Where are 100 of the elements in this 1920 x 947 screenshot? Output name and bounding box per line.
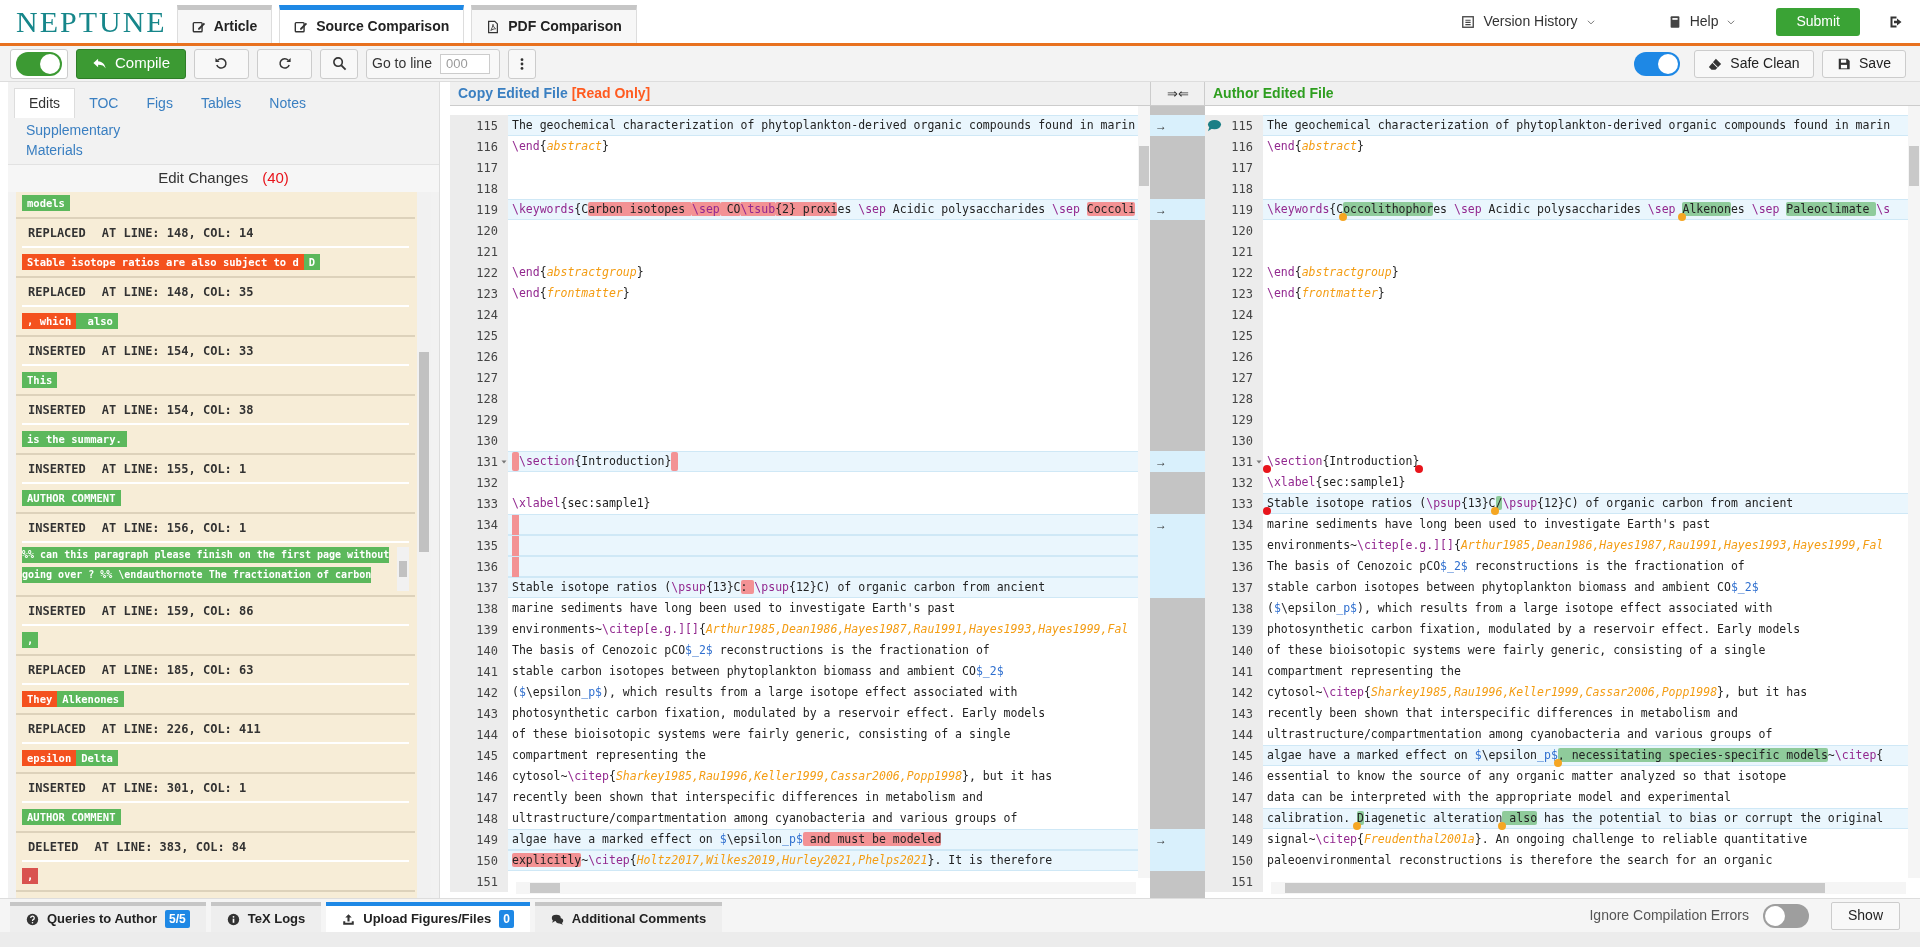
code-line: ultrastructure/compartmentation among cyanobacteria and various groups of xyxy=(1267,726,1773,743)
comment-icon[interactable] xyxy=(1207,118,1222,133)
line-number: 120 xyxy=(476,222,498,240)
tab[interactable]: Queries to Author 5/5 xyxy=(10,902,206,932)
change-chip: Delta xyxy=(76,750,118,766)
code-line: \end{abstractgroup} xyxy=(1267,264,1399,281)
menu-button[interactable]: Version History xyxy=(1461,11,1596,32)
diff-band xyxy=(1150,577,1205,598)
toggle-switch[interactable] xyxy=(1762,903,1809,928)
code-line: of these bioisotopic systems were fairly generic, consisting of a single xyxy=(512,726,1011,743)
line-number: 145 xyxy=(1231,747,1253,765)
scrollbar[interactable] xyxy=(1271,882,1906,894)
safe-clean-button[interactable]: Safe Clean xyxy=(1694,49,1814,78)
tab[interactable]: Additional Comments xyxy=(534,902,723,932)
code-line: photosynthetic carbon fixation, modulated by a reservoir effect. Early models xyxy=(512,705,1046,722)
scrollbar[interactable] xyxy=(1908,106,1920,878)
line-number: 128 xyxy=(476,390,498,408)
code-line: Stable isotope ratios (\psup{13}C: \psup{12}C) of organic carbon from ancient xyxy=(512,579,1046,596)
line-number: 142 xyxy=(476,684,498,702)
side-tab[interactable]: Edits xyxy=(14,88,76,118)
change-location: AT LINE: 148, COL: 35 xyxy=(101,284,254,300)
line-number: 140 xyxy=(1231,642,1253,660)
code-line: \end{abstract} xyxy=(512,138,609,155)
line-number: 148 xyxy=(476,810,498,828)
code-line: marine sediments have long been used to investigate Earth's past xyxy=(512,600,956,617)
line-number: 149 xyxy=(1231,831,1253,849)
code-line: ultrastructure/compartmentation among cyanobacteria and various groups of xyxy=(512,810,1018,827)
read-only-label: [Read Only] xyxy=(571,84,651,103)
save-button[interactable]: Save xyxy=(1822,49,1906,78)
side-tab[interactable]: Supplementary Materials xyxy=(14,120,139,160)
show-button[interactable]: Show xyxy=(1830,901,1900,930)
upload-icon xyxy=(342,912,356,926)
line-number: 139 xyxy=(476,621,498,639)
change-chip: also xyxy=(76,313,118,329)
line-number: 127 xyxy=(476,369,498,387)
code-line: recently been shown that interspecific differences in metabolism and xyxy=(1267,705,1738,722)
change-type: REPLACED xyxy=(28,662,86,678)
tab[interactable]: Source Comparison xyxy=(279,5,465,43)
tab[interactable]: PDF Comparison xyxy=(471,5,637,43)
change-type: INSERTED xyxy=(28,461,86,477)
scrollbar[interactable] xyxy=(1138,106,1150,878)
change-type: INSERTED xyxy=(28,603,86,619)
line-number: 150 xyxy=(476,852,498,870)
code-line: The geochemical characterization of phytoplankton-derived organic compounds found in marin xyxy=(1267,117,1891,134)
change-chip: going over ? %% \endauthornote The fractionation of carbon xyxy=(22,567,372,583)
line-number: 151 xyxy=(476,873,498,891)
line-number: 131 xyxy=(476,453,498,471)
line-number: 141 xyxy=(476,663,498,681)
toggle-label: Ignore Compilation Errors xyxy=(1589,906,1749,925)
line-number: 136 xyxy=(1231,558,1253,576)
redo-button[interactable] xyxy=(257,48,312,79)
fold-caret-icon[interactable] xyxy=(1255,458,1263,466)
change-chip: Stable isotope ratios are also subject to d xyxy=(22,254,304,270)
scrollbar[interactable] xyxy=(417,192,431,898)
change-location: AT LINE: 154, COL: 33 xyxy=(101,343,254,359)
pane-title: Copy Edited File xyxy=(458,84,568,103)
line-number: 129 xyxy=(476,411,498,429)
line-number: 142 xyxy=(1231,684,1253,702)
line-number: 135 xyxy=(1231,537,1253,555)
line-number: 147 xyxy=(476,789,498,807)
tab[interactable]: Article xyxy=(176,5,273,43)
menu-button[interactable]: Help xyxy=(1667,11,1737,32)
count-badge: 0 xyxy=(499,910,514,928)
more-button[interactable] xyxy=(508,48,536,79)
side-tab[interactable]: Figs xyxy=(132,88,187,118)
side-tab[interactable]: TOC xyxy=(75,88,133,118)
scrollbar[interactable] xyxy=(397,547,409,591)
toggle-switch[interactable] xyxy=(16,51,62,76)
scrollbar[interactable] xyxy=(516,882,1136,894)
code-line: \xlabel{sec:sample1} xyxy=(1267,474,1406,491)
compile-button[interactable]: Compile xyxy=(76,48,186,79)
line-number: 150 xyxy=(1231,852,1253,870)
undo-icon xyxy=(214,56,229,71)
pencil-square-icon xyxy=(191,19,206,34)
side-tab[interactable]: Notes xyxy=(255,88,320,118)
line-number: 147 xyxy=(1231,789,1253,807)
toggle-switch[interactable] xyxy=(1634,51,1680,76)
change-location: AT LINE: 154, COL: 38 xyxy=(101,402,254,418)
change-type: REPLACED xyxy=(28,284,86,300)
code-line: stable carbon isotopes between phytoplankton biomass and ambient CO$_2$ xyxy=(1267,579,1759,596)
code-line: calibration. Diagenetic alteration also has the potential to bias or corrupt the original xyxy=(1267,810,1884,827)
side-tab[interactable]: Tables xyxy=(186,88,256,118)
line-number: 121 xyxy=(1231,243,1253,261)
line-number: 141 xyxy=(1231,663,1253,681)
tab[interactable]: Upload Figures/Files 0 xyxy=(326,902,530,932)
change-chip: epsilon xyxy=(22,750,77,766)
code-line: ($\epsilon_p$), which results from a large isotope effect associated with xyxy=(1267,600,1773,617)
change-chip: %% can this paragraph please finish on the first page without xyxy=(22,547,390,563)
change-chip: , xyxy=(22,868,39,884)
logo: NEPTUNE xyxy=(16,6,167,37)
undo-button[interactable] xyxy=(194,48,249,79)
change-type: REPLACED xyxy=(28,721,86,737)
line-number: 148 xyxy=(1231,810,1253,828)
search-button[interactable] xyxy=(320,48,358,79)
fold-caret-icon[interactable] xyxy=(500,458,508,466)
line-number: 126 xyxy=(476,348,498,366)
save-icon xyxy=(1837,56,1852,71)
line-number-field[interactable]: 000 xyxy=(439,53,490,74)
tab[interactable]: TeX Logs xyxy=(210,902,322,932)
code-line: paleoenvironmental reconstructions is therefore the search for an organic xyxy=(1267,852,1773,869)
